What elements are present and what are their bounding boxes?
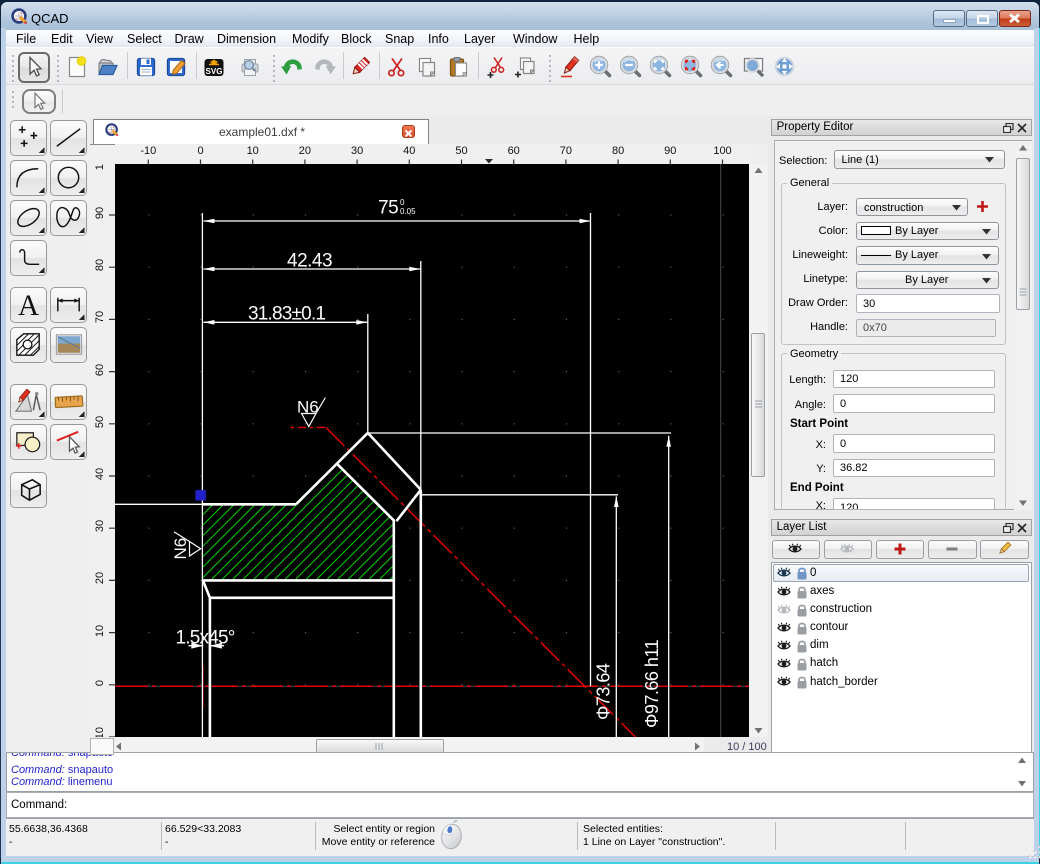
svg-text:SVG: SVG [206,67,223,76]
svg-text:A: A [17,290,38,322]
svg-text:42.43: 42.43 [287,251,332,272]
svg-text:31.83±0.1: 31.83±0.1 [248,304,325,325]
svg-text:N6: N6 [171,538,190,560]
svg-text:Φ97.66 h11: Φ97.66 h11 [642,639,662,728]
svg-text:0.05: 0.05 [400,207,416,216]
svg-text:1.5x45°: 1.5x45° [176,628,235,649]
svg-text:Φ73.64: Φ73.64 [594,663,614,720]
svg-text:0: 0 [400,198,405,207]
svg-text:75: 75 [378,198,398,219]
